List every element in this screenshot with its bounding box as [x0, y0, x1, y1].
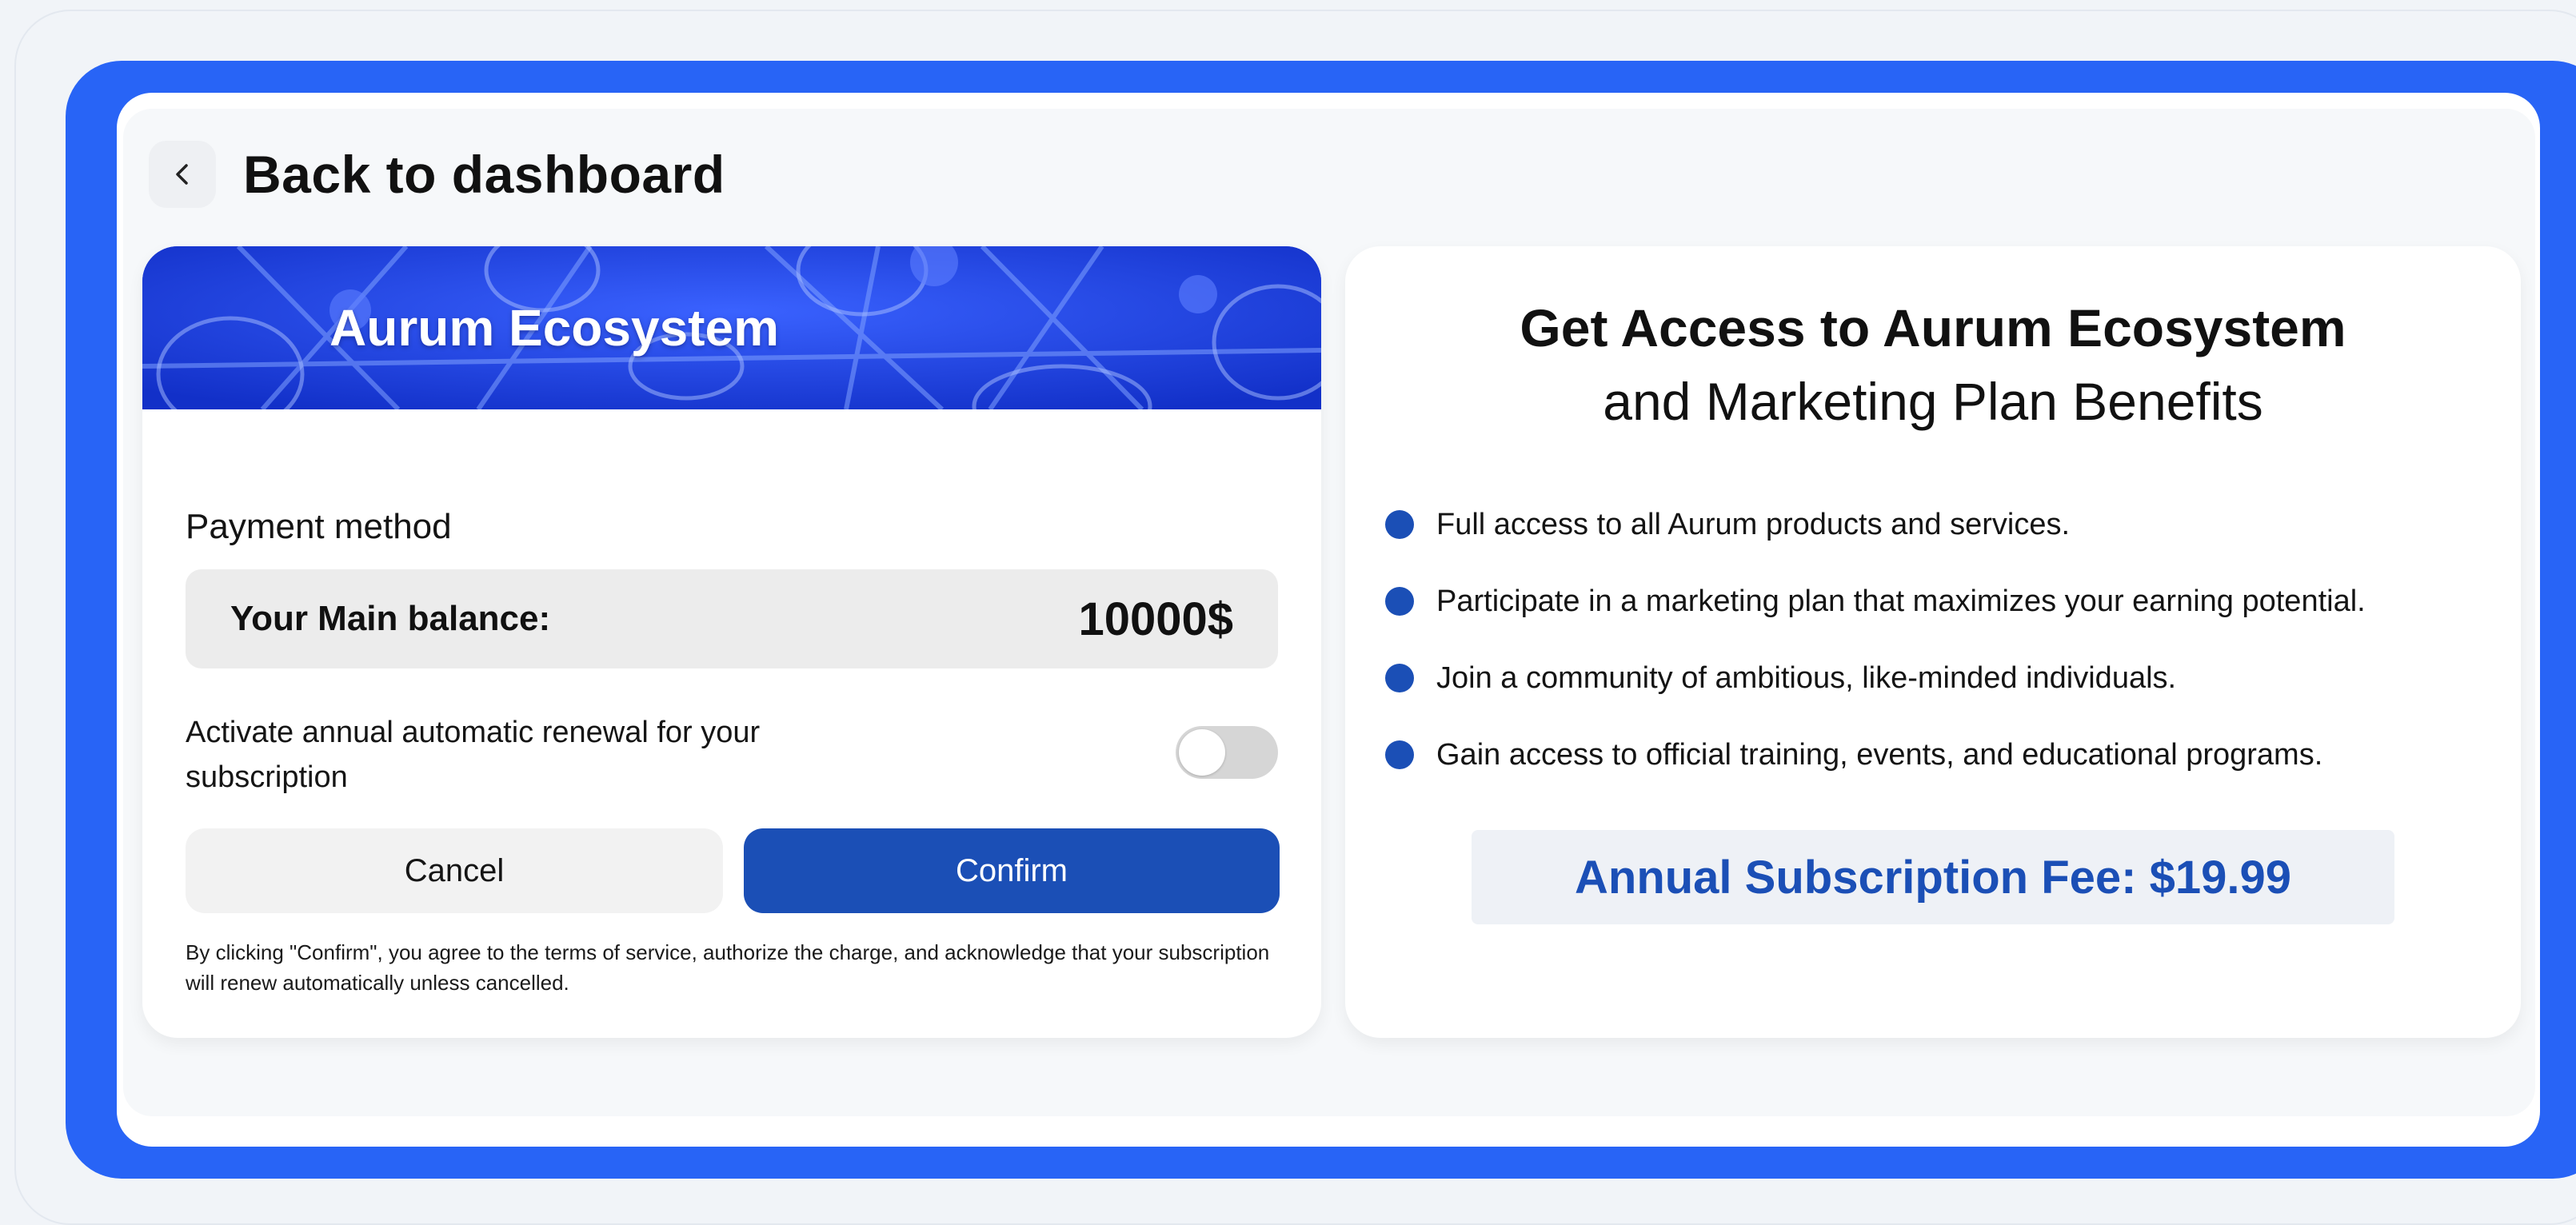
back-to-dashboard-link[interactable]: Back to dashboard	[149, 141, 725, 208]
payment-method-label: Payment method	[186, 507, 452, 546]
list-item: Full access to all Aurum products and se…	[1385, 486, 2366, 563]
chevron-left-icon	[176, 164, 188, 185]
benefit-text: Full access to all Aurum products and se…	[1436, 507, 2071, 541]
benefit-text: Gain access to official training, events…	[1436, 737, 2323, 772]
benefits-card: Get Access to Aurum Ecosystem and Market…	[1345, 246, 2521, 1038]
page-title: Back to dashboard	[243, 145, 725, 204]
product-banner: Aurum Ecosystem	[142, 246, 1321, 409]
toggle-knob	[1179, 729, 1225, 776]
benefits-title: Get Access to Aurum Ecosystem and Market…	[1345, 291, 2521, 438]
benefits-title-line2: and Marketing Plan Benefits	[1603, 372, 2263, 431]
benefits-title-line1: Get Access to Aurum Ecosystem	[1520, 298, 2346, 357]
banner-title: Aurum Ecosystem	[329, 299, 779, 357]
list-item: Gain access to official training, events…	[1385, 716, 2366, 793]
terms-text: By clicking "Confirm", you agree to the …	[186, 940, 1270, 995]
auto-renew-label: Activate annual automatic renewal for yo…	[186, 716, 761, 794]
benefit-text: Participate in a marketing plan that max…	[1436, 584, 2366, 618]
auto-renew-toggle[interactable]	[1176, 726, 1278, 779]
bullet-dot-icon	[1385, 664, 1414, 692]
benefit-text: Join a community of ambitious, like-mind…	[1436, 660, 2177, 695]
bullet-dot-icon	[1385, 740, 1414, 769]
cancel-button[interactable]: Cancel	[186, 828, 723, 913]
list-item: Participate in a marketing plan that max…	[1385, 563, 2366, 640]
back-button[interactable]	[149, 141, 216, 208]
balance-option[interactable]: Your Main balance: 10000$	[186, 569, 1278, 668]
payment-card: Aurum Ecosystem Payment method Your Main…	[142, 246, 1321, 1038]
bullet-dot-icon	[1385, 587, 1414, 616]
benefits-list: Full access to all Aurum products and se…	[1385, 486, 2366, 793]
bullet-dot-icon	[1385, 510, 1414, 539]
balance-value: 10000$	[1078, 593, 1233, 645]
balance-label: Your Main balance:	[230, 599, 551, 638]
confirm-button[interactable]: Confirm	[744, 828, 1280, 913]
subscription-fee: Annual Subscription Fee: $19.99	[1575, 851, 2291, 904]
list-item: Join a community of ambitious, like-mind…	[1385, 640, 2366, 716]
subscription-fee-box: Annual Subscription Fee: $19.99	[1472, 830, 2394, 924]
